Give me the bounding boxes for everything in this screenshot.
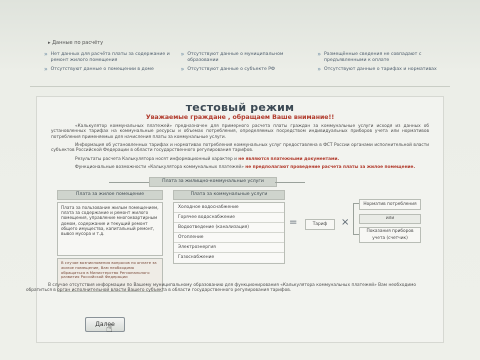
page-title: тестовый режим	[185, 101, 295, 114]
chevron-right-icon: »	[44, 66, 48, 74]
breadcrumb: ▸ Данные по расчёту	[48, 40, 104, 46]
bracket-line	[353, 203, 354, 235]
service-item: Водоотведение (канализация)	[174, 223, 284, 233]
bracket-line	[353, 234, 359, 235]
scheme-left-header: Плата за жилое помещение	[57, 190, 163, 200]
services-list: Холодное водоснабжение Горячее водоснабж…	[173, 202, 285, 264]
list-item[interactable]: » Отсутствуют данные о помещении в доме	[44, 67, 175, 73]
next-button[interactable]: Далее	[85, 317, 125, 332]
payment-scheme: Плата за жилищно-коммунальные услуги Пла…	[49, 177, 431, 327]
intro-paragraph: «Калькулятор коммунальных платежей» пред…	[51, 124, 429, 140]
disclaimer-paragraph: Результаты расчета Калькулятора носят ин…	[75, 157, 340, 162]
service-item: Отопление	[174, 233, 284, 243]
bracket-line	[353, 203, 359, 204]
service-item: Газоснабжение	[174, 253, 284, 262]
scheme-mid-header: Плата за коммунальные услуги	[173, 190, 285, 200]
or-label: или	[359, 214, 421, 224]
norm-box: Норматив потребления	[359, 199, 421, 210]
chevron-right-icon: »	[44, 51, 48, 58]
limitation-paragraph: Функциональные возможности «Калькулятора…	[75, 165, 416, 170]
service-item: Холодное водоснабжение	[174, 203, 284, 213]
warning-heading: Уважаемые граждане , обращаем Ваше внима…	[145, 114, 335, 121]
list-item[interactable]: » Размещённые сведения не совпадают с пре…	[317, 52, 448, 63]
service-item: Электроэнергия	[174, 243, 284, 253]
scheme-top-header: Плата за жилищно-коммунальные услуги	[149, 177, 277, 187]
list-item[interactable]: » Отсутствуют данные о субъекте РФ	[181, 67, 312, 73]
chevron-right-icon: »	[180, 66, 185, 74]
bottom-note: В случае отсутствия информации по Вашему…	[26, 283, 416, 294]
tariff-box: Тариф	[305, 219, 335, 230]
connector-line	[275, 182, 305, 183]
page: ▸ Данные по расчёту » Нет данных для расч…	[0, 0, 480, 360]
calculator-panel: тестовый режим Уважаемые граждане , обра…	[36, 96, 444, 343]
chevron-right-icon: »	[317, 51, 321, 58]
hand-cursor-icon: ☝	[106, 322, 113, 335]
meter-box: Показания приборов учета (счетчик)	[359, 227, 421, 243]
list-item[interactable]: » Отсутствуют данные о муниципальном обра…	[181, 52, 312, 63]
list-item[interactable]: » Отсутствуют данные о тарифах и норматив…	[317, 67, 448, 73]
equals-sign: =	[289, 217, 298, 228]
chevron-right-icon: »	[180, 51, 185, 58]
list-item[interactable]: » Нет данных для расчёта платы за содержа…	[44, 52, 175, 63]
divider	[30, 86, 450, 87]
notice-list: » Нет данных для расчёта платы за содержа…	[44, 52, 448, 73]
service-item: Горячее водоснабжение	[174, 213, 284, 223]
multiply-sign: ×	[341, 217, 350, 228]
connector-line	[109, 182, 149, 183]
housing-description-box: Плата за пользование жилым помещением, п…	[57, 202, 163, 256]
tariff-info-paragraph: Информация об установленных тарифах и но…	[51, 143, 429, 154]
chevron-right-icon: »	[317, 66, 321, 74]
